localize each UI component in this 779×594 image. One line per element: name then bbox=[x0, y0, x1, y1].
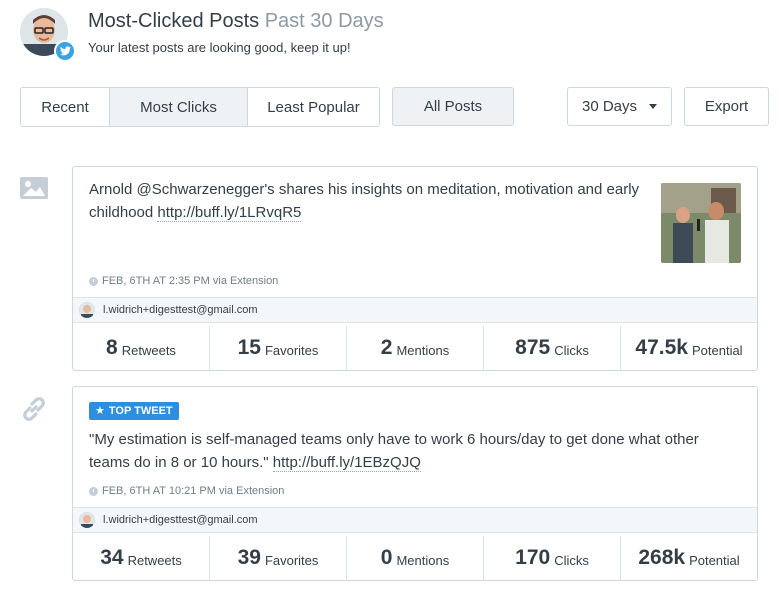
stat-value: 170 bbox=[515, 546, 551, 569]
sort-tabs: Recent Most Clicks Least Popular bbox=[20, 87, 380, 127]
period-dropdown[interactable]: 30 Days bbox=[567, 87, 672, 126]
stat-value: 0 bbox=[380, 546, 393, 569]
title-range: Past 30 Days bbox=[264, 10, 384, 32]
post-account: l.widrich+digesttest@gmail.com bbox=[73, 507, 757, 533]
title-text: Most-Clicked Posts bbox=[88, 10, 260, 32]
post-text: "My estimation is self-managed teams onl… bbox=[89, 428, 741, 474]
top-tweet-badge: ★ TOP TWEET bbox=[89, 401, 179, 420]
avatar bbox=[79, 302, 95, 318]
stat-label: Clicks bbox=[554, 343, 589, 358]
post-link[interactable]: http://buff.ly/1EBzQJQ bbox=[272, 453, 421, 472]
post-thumbnail[interactable] bbox=[661, 183, 741, 263]
stat-favorites: 39 Favorites bbox=[210, 536, 347, 580]
stat-label: Potential bbox=[691, 343, 743, 358]
clock-icon bbox=[89, 486, 98, 496]
export-button[interactable]: Export bbox=[684, 87, 769, 126]
stat-potential: 268k Potential bbox=[621, 536, 757, 580]
post-meta: FEB, 6TH AT 2:35 PM via Extension bbox=[89, 275, 278, 287]
tab-least-popular[interactable]: Least Popular bbox=[248, 88, 379, 126]
account-email: l.widrich+digesttest@gmail.com bbox=[103, 304, 258, 316]
stat-label: Mentions bbox=[396, 343, 450, 358]
post-card[interactable]: Arnold @Schwarzenegger's shares his insi… bbox=[72, 166, 758, 371]
post-via: via Extension bbox=[212, 275, 279, 287]
stat-value: 47.5k bbox=[635, 336, 688, 359]
post-account: l.widrich+digesttest@gmail.com bbox=[73, 297, 757, 323]
avatar bbox=[79, 512, 95, 528]
badge-label: TOP TWEET bbox=[108, 404, 173, 417]
tab-most-clicks[interactable]: Most Clicks bbox=[110, 88, 248, 126]
chevron-down-icon bbox=[649, 104, 658, 109]
stat-label: Potential bbox=[689, 553, 740, 568]
stat-mentions: 0 Mentions bbox=[347, 536, 484, 580]
post-meta: FEB, 6TH AT 10:21 PM via Extension bbox=[89, 485, 284, 497]
page-title: Most-Clicked Posts Past 30 Days bbox=[88, 10, 384, 33]
stat-label: Mentions bbox=[396, 553, 450, 568]
stat-label: Clicks bbox=[554, 553, 589, 568]
account-email: l.widrich+digesttest@gmail.com bbox=[103, 514, 258, 526]
image-icon bbox=[20, 174, 48, 202]
post-stats: 8 Retweets 15 Favorites 2 Mentions 875 Click… bbox=[73, 326, 757, 370]
stat-clicks: 875 Clicks bbox=[484, 326, 621, 370]
post-stats: 34 Retweets 39 Favorites 0 Mentions 170 Clic… bbox=[73, 536, 757, 580]
tab-recent[interactable]: Recent bbox=[21, 88, 110, 126]
period-label: 30 Days bbox=[581, 98, 638, 115]
post-time: FEB, 6TH AT 2:35 PM bbox=[102, 275, 210, 287]
stat-value: 15 bbox=[237, 336, 261, 359]
post-text: Arnold @Schwarzenegger's shares his insi… bbox=[89, 178, 647, 224]
stat-value: 39 bbox=[237, 546, 261, 569]
profile-avatar[interactable] bbox=[20, 8, 76, 62]
stat-label: Favorites bbox=[264, 343, 319, 358]
post-link[interactable]: http://buff.ly/1LRvqR5 bbox=[157, 204, 302, 222]
stat-retweets: 8 Retweets bbox=[73, 326, 210, 370]
stat-label: Retweets bbox=[121, 343, 176, 358]
stat-favorites: 15 Favorites bbox=[210, 326, 347, 370]
stat-value: 34 bbox=[100, 546, 124, 569]
page-subtitle: Your latest posts are looking good, keep… bbox=[88, 40, 351, 55]
stat-label: Favorites bbox=[264, 553, 319, 568]
stat-potential: 47.5k Potential bbox=[621, 326, 757, 370]
all-posts-button[interactable]: All Posts bbox=[392, 87, 514, 126]
post-via: via Extension bbox=[218, 485, 285, 497]
clock-icon bbox=[89, 276, 98, 286]
stat-value: 8 bbox=[106, 336, 118, 359]
stat-label: Retweets bbox=[127, 553, 182, 568]
stat-value: 2 bbox=[380, 336, 393, 359]
link-icon bbox=[20, 395, 48, 423]
stat-value: 268k bbox=[638, 546, 686, 569]
stat-value: 875 bbox=[515, 336, 551, 359]
twitter-icon bbox=[54, 40, 76, 62]
page-header: Most-Clicked Posts Past 30 Days Your lat… bbox=[20, 6, 760, 62]
post-card[interactable]: ★ TOP TWEET "My estimation is self-manag… bbox=[72, 386, 758, 581]
stat-clicks: 170 Clicks bbox=[484, 536, 621, 580]
post-time: FEB, 6TH AT 10:21 PM bbox=[102, 485, 216, 497]
star-icon: ★ bbox=[95, 405, 105, 417]
stat-mentions: 2 Mentions bbox=[347, 326, 484, 370]
stat-retweets: 34 Retweets bbox=[73, 536, 210, 580]
